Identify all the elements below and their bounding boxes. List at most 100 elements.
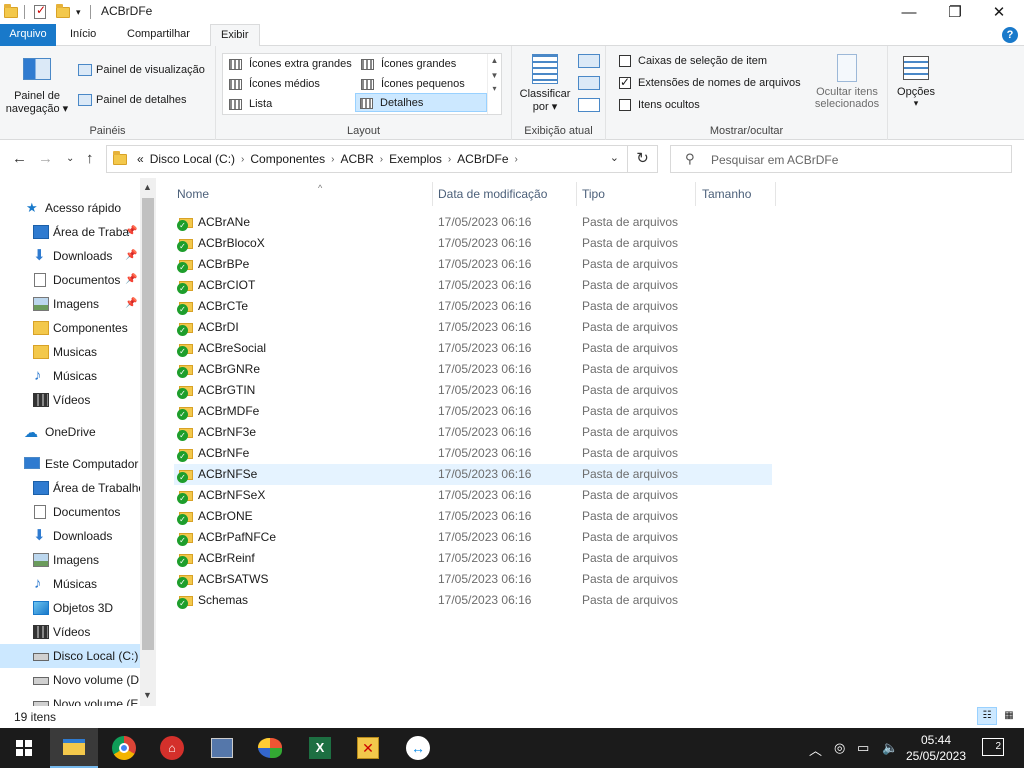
table-row[interactable]: ✓ ACBrNFSeX 17/05/2023 06:16 Pasta de arqui… xyxy=(174,485,772,506)
details-pane-button[interactable]: Painel de detalhes xyxy=(78,92,187,106)
nav-videos-quick[interactable]: Vídeos xyxy=(0,388,140,412)
crumb-sep-icon[interactable]: › xyxy=(448,154,451,165)
scroll-up-icon[interactable]: ▲ xyxy=(143,182,152,192)
nav-desktop-quick[interactable]: Área de Traba 📌 xyxy=(0,220,140,244)
nav-images-pc[interactable]: Imagens xyxy=(0,548,140,572)
table-row[interactable]: ✓ ACBrCIOT 17/05/2023 06:16 Pasta de arquiv… xyxy=(174,275,772,296)
options-button[interactable]: Opções ▾ xyxy=(892,56,940,109)
taskbar-app-tools[interactable]: ✕ xyxy=(344,728,392,768)
nav-volume-e[interactable]: Novo volume (E xyxy=(0,692,140,706)
nav-music-pc[interactable]: ♪ Músicas xyxy=(0,572,140,596)
column-header-name[interactable]: Nome ^ xyxy=(177,183,431,204)
add-columns-button[interactable] xyxy=(578,76,600,90)
table-row[interactable]: ✓ ACBrPafNFCe 17/05/2023 06:16 Pasta de arq… xyxy=(174,527,772,548)
nav-this-pc[interactable]: Este Computador xyxy=(0,452,140,476)
layout-medium-icons[interactable]: Ícones médios xyxy=(225,75,320,94)
column-header-size[interactable]: Tamanho xyxy=(702,184,751,204)
tab-share[interactable]: Compartilhar xyxy=(117,24,200,46)
new-folder-icon[interactable] xyxy=(56,3,70,20)
column-divider[interactable] xyxy=(576,182,577,206)
nav-3d-objects[interactable]: Objetos 3D xyxy=(0,596,140,620)
nav-images-quick[interactable]: Imagens 📌 xyxy=(0,292,140,316)
table-row[interactable]: ✓ ACBrMDFe 17/05/2023 06:16 Pasta de arquiv… xyxy=(174,401,772,422)
nav-music-quick[interactable]: ♪ Músicas xyxy=(0,364,140,388)
layout-gallery-scroll[interactable]: ▲ ▼ ▾ xyxy=(487,54,501,114)
address-bar[interactable]: « Disco Local (C:) › Componentes › ACBR › E… xyxy=(106,145,628,173)
taskbar-teamviewer[interactable]: ↔ xyxy=(394,728,442,768)
table-row[interactable]: ✓ ACBrDI 17/05/2023 06:16 Pasta de arquivos xyxy=(174,317,772,338)
preview-pane-button[interactable]: Painel de visualização xyxy=(78,62,205,76)
table-row[interactable]: ✓ ACBrNFSe 17/05/2023 06:16 Pasta de arquiv… xyxy=(174,464,772,485)
taskbar-app-network[interactable] xyxy=(198,728,246,768)
column-divider[interactable] xyxy=(775,182,776,206)
table-row[interactable]: ✓ ACBrSATWS 17/05/2023 06:16 Pasta de arqui… xyxy=(174,569,772,590)
navigation-pane-button[interactable]: Painel de navegação ▾ xyxy=(4,54,70,118)
scroll-down-icon[interactable]: ▼ xyxy=(143,690,152,700)
start-button[interactable] xyxy=(0,728,48,768)
tab-home[interactable]: Início xyxy=(60,24,106,46)
file-extensions-checkbox[interactable] xyxy=(619,75,631,89)
nav-componentes[interactable]: Componentes xyxy=(0,316,140,340)
nav-pane-scrollbar[interactable]: ▲ ▼ xyxy=(140,178,156,706)
forward-button[interactable]: → xyxy=(38,150,53,167)
nav-downloads-quick[interactable]: ⬇ Downloads 📌 xyxy=(0,244,140,268)
column-divider[interactable] xyxy=(695,182,696,206)
table-row[interactable]: ✓ ACBrGNRe 17/05/2023 06:16 Pasta de arquiv… xyxy=(174,359,772,380)
volume-icon[interactable]: 🔈 xyxy=(882,740,898,756)
nav-documents-pc[interactable]: Documentos xyxy=(0,500,140,524)
tab-file[interactable]: Arquivo xyxy=(0,24,56,46)
address-history-dropdown-icon[interactable]: ⌄ xyxy=(610,151,619,164)
customize-quick-access-icon[interactable]: ▾ xyxy=(76,4,81,20)
table-row[interactable]: ✓ ACBrNFe 17/05/2023 06:16 Pasta de arquivo… xyxy=(174,443,772,464)
clock[interactable]: 05:44 25/05/2023 xyxy=(900,732,972,764)
nav-quick-access[interactable]: ★ Acesso rápido xyxy=(0,196,140,220)
hide-selected-button[interactable]: Ocultar itens selecionados xyxy=(810,54,884,110)
table-row[interactable]: ✓ ACBrONE 17/05/2023 06:16 Pasta de arquivo… xyxy=(174,506,772,527)
taskbar-app-paint[interactable] xyxy=(246,728,294,768)
layout-large-icons[interactable]: Ícones grandes xyxy=(357,55,456,74)
layout-list[interactable]: Lista xyxy=(225,95,272,114)
hidden-items-checkbox[interactable] xyxy=(619,99,631,111)
help-icon[interactable]: ? xyxy=(1002,27,1018,43)
layout-small-icons[interactable]: Ícones pequenos xyxy=(357,75,465,94)
crumb-sep-icon[interactable]: › xyxy=(380,154,383,165)
search-box[interactable]: ⚲ Pesquisar em ACBrDFe xyxy=(670,145,1012,173)
table-row[interactable]: ✓ ACBreSocial 17/05/2023 06:16 Pasta de arq… xyxy=(174,338,772,359)
close-button[interactable]: ✕ xyxy=(976,0,1022,24)
address-overflow[interactable]: « xyxy=(137,152,144,166)
notification-center-button[interactable]: 2 xyxy=(982,738,1004,756)
up-button[interactable]: ↑ xyxy=(86,150,94,167)
nav-musicas-folder[interactable]: Musicas xyxy=(0,340,140,364)
table-row[interactable]: ✓ ACBrBlocoX 17/05/2023 06:16 Pasta de arqu… xyxy=(174,233,772,254)
table-row[interactable]: ✓ Schemas 17/05/2023 06:16 Pasta de arquivo… xyxy=(174,590,772,611)
crumb-sep-icon[interactable]: › xyxy=(331,154,334,165)
table-row[interactable]: ✓ ACBrReinf 17/05/2023 06:16 Pasta de arqui… xyxy=(174,548,772,569)
table-row[interactable]: ✓ ACBrNF3e 17/05/2023 06:16 Pasta de arquiv… xyxy=(174,422,772,443)
taskbar-file-explorer[interactable] xyxy=(50,728,98,768)
crumb-sep-icon[interactable]: › xyxy=(241,154,244,165)
crumb-acbrdfe[interactable]: ACBrDFe xyxy=(457,152,508,166)
table-row[interactable]: ✓ ACBrGTIN 17/05/2023 06:16 Pasta de arquiv… xyxy=(174,380,772,401)
table-row[interactable]: ✓ ACBrBPe 17/05/2023 06:16 Pasta de arquivo… xyxy=(174,254,772,275)
nav-onedrive[interactable]: ☁ OneDrive xyxy=(0,420,140,444)
column-header-date[interactable]: Data de modificação xyxy=(438,184,547,204)
crumb-componentes[interactable]: Componentes xyxy=(250,152,325,166)
crumb-disco-local[interactable]: Disco Local (C:) xyxy=(150,152,235,166)
group-by-button[interactable] xyxy=(578,54,600,68)
properties-icon[interactable] xyxy=(34,3,46,20)
nav-downloads-pc[interactable]: ⬇ Downloads xyxy=(0,524,140,548)
security-icon[interactable]: ◎ xyxy=(834,740,845,756)
nav-local-disk-c[interactable]: Disco Local (C:) xyxy=(0,644,140,668)
layout-extra-large-icons[interactable]: Ícones extra grandes xyxy=(225,55,352,74)
item-checkboxes-checkbox[interactable] xyxy=(619,55,631,67)
search-input[interactable]: Pesquisar em ACBrDFe xyxy=(711,153,838,167)
scroll-thumb[interactable] xyxy=(142,198,154,650)
tab-view[interactable]: Exibir xyxy=(210,24,260,47)
recent-locations-button[interactable]: ⌄ xyxy=(66,153,74,164)
refresh-button[interactable]: ↻ xyxy=(628,145,658,173)
details-view-button[interactable]: ☷ xyxy=(977,707,997,725)
nav-volume-d[interactable]: Novo volume (D xyxy=(0,668,140,692)
show-hidden-icons-button[interactable]: ︿ xyxy=(809,740,822,759)
crumb-exemplos[interactable]: Exemplos xyxy=(389,152,442,166)
size-columns-button[interactable] xyxy=(578,98,600,112)
